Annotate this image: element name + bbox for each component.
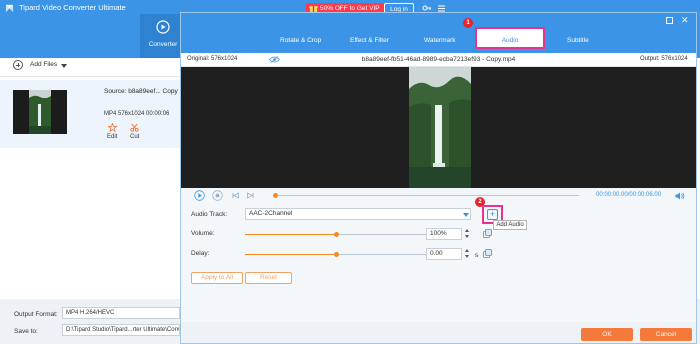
- chevron-down-icon[interactable]: [61, 64, 67, 68]
- file-item[interactable]: Source: b8a89eef... Copy MP4 576x1024 00…: [0, 80, 180, 148]
- delay-slider[interactable]: [245, 252, 427, 257]
- delay-slider-handle[interactable]: [334, 252, 339, 257]
- video-preview: [181, 67, 696, 188]
- plus-icon: +: [487, 209, 498, 220]
- app-title: Tipard Video Converter Ultimate: [19, 3, 126, 12]
- audio-track-select[interactable]: AAC-2Channel: [245, 208, 471, 220]
- volume-slider[interactable]: [245, 232, 427, 237]
- volume-stepper[interactable]: [465, 229, 470, 239]
- volume-icon[interactable]: [675, 192, 685, 200]
- save-to-label: Save to:: [14, 328, 38, 335]
- app-logo-icon: [5, 4, 14, 13]
- edit-dialog: ✕ Rotate & Crop Effect & Filter Watermar…: [180, 12, 697, 344]
- waterfall-preview-image: [409, 67, 471, 188]
- edit-label[interactable]: Edit: [107, 134, 117, 140]
- output-resolution: Output: 576x1024: [640, 56, 688, 62]
- reset-button[interactable]: Reset: [245, 272, 292, 284]
- tab-effect-filter[interactable]: Effect & Filter: [350, 37, 389, 44]
- copy-settings-icon[interactable]: [483, 229, 492, 238]
- add-files-label: Add Files: [30, 61, 58, 68]
- dialog-header: ✕ Rotate & Crop Effect & Filter Watermar…: [181, 13, 696, 53]
- copy-settings-icon[interactable]: [483, 249, 492, 258]
- delay-field[interactable]: 0.00: [426, 248, 462, 260]
- close-icon[interactable]: ✕: [681, 15, 689, 25]
- volume-field[interactable]: 100%: [426, 228, 462, 240]
- source-label: Source: b8a89eef... Copy: [104, 88, 178, 95]
- timeline-handle[interactable]: [273, 193, 278, 198]
- timeline-track[interactable]: [275, 195, 579, 196]
- tab-subtitle[interactable]: Subtitle: [567, 37, 589, 44]
- tab-watermark[interactable]: Watermark: [424, 37, 456, 44]
- time-readout: 00:00:00.00/00:00:06.00: [596, 192, 662, 198]
- audio-track-value: AAC-2Channel: [249, 210, 293, 217]
- step-badge-1: 1: [463, 18, 473, 28]
- tab-audio[interactable]: Audio: [475, 27, 545, 49]
- delay-stepper[interactable]: [465, 249, 470, 259]
- ok-button[interactable]: OK: [581, 328, 633, 341]
- delay-slider-fill: [245, 254, 336, 255]
- next-frame-icon[interactable]: [245, 190, 256, 201]
- save-to-path[interactable]: D:\Tipard Studio\Tipard...rter Ultimate\…: [62, 324, 180, 336]
- stop-icon[interactable]: [212, 190, 223, 201]
- delay-unit: s: [475, 252, 479, 259]
- apply-to-all-button[interactable]: Apply to All: [191, 272, 243, 284]
- output-format-label: Output Format:: [14, 311, 58, 318]
- play-icon[interactable]: [194, 190, 205, 201]
- previous-frame-icon[interactable]: [230, 190, 241, 201]
- video-thumbnail[interactable]: [13, 90, 67, 134]
- volume-slider-handle[interactable]: [334, 232, 339, 237]
- scissors-icon[interactable]: [130, 123, 139, 132]
- edit-star-icon[interactable]: [108, 123, 117, 132]
- converter-icon: [156, 20, 170, 34]
- tab-audio-label: Audio: [501, 37, 519, 44]
- audio-track-label: Audio Track:: [191, 211, 228, 218]
- tab-rotate-crop[interactable]: Rotate & Crop: [280, 37, 321, 44]
- maximize-icon[interactable]: [666, 17, 673, 24]
- cancel-button[interactable]: Cancel: [640, 328, 692, 341]
- add-audio-tooltip: Add Audio: [493, 220, 527, 230]
- delay-label: Delay:: [191, 250, 210, 257]
- promo-label: 50% OFF to Get VIP: [320, 5, 380, 12]
- format-info: MP4 576x1024 00:00:06: [104, 111, 170, 117]
- file-name: b8a89eef-fb51-46ad-8989-ecba7213ef93 - C…: [361, 56, 516, 63]
- cut-label[interactable]: Cut: [130, 134, 139, 140]
- volume-slider-fill: [245, 234, 336, 235]
- plus-circle-icon: [13, 60, 23, 70]
- waterfall-thumbnail-image: [29, 90, 51, 134]
- volume-label: Volume:: [191, 230, 215, 237]
- playback-bar: 00:00:00.00/00:00:06.00: [181, 188, 696, 203]
- chevron-down-icon[interactable]: [463, 213, 469, 217]
- info-strip: Original: 576x1024 b8a89eef-fb51-46ad-89…: [181, 53, 696, 67]
- divider: [0, 76, 180, 77]
- output-format-select[interactable]: MP4 H.264/HEVC: [62, 307, 180, 319]
